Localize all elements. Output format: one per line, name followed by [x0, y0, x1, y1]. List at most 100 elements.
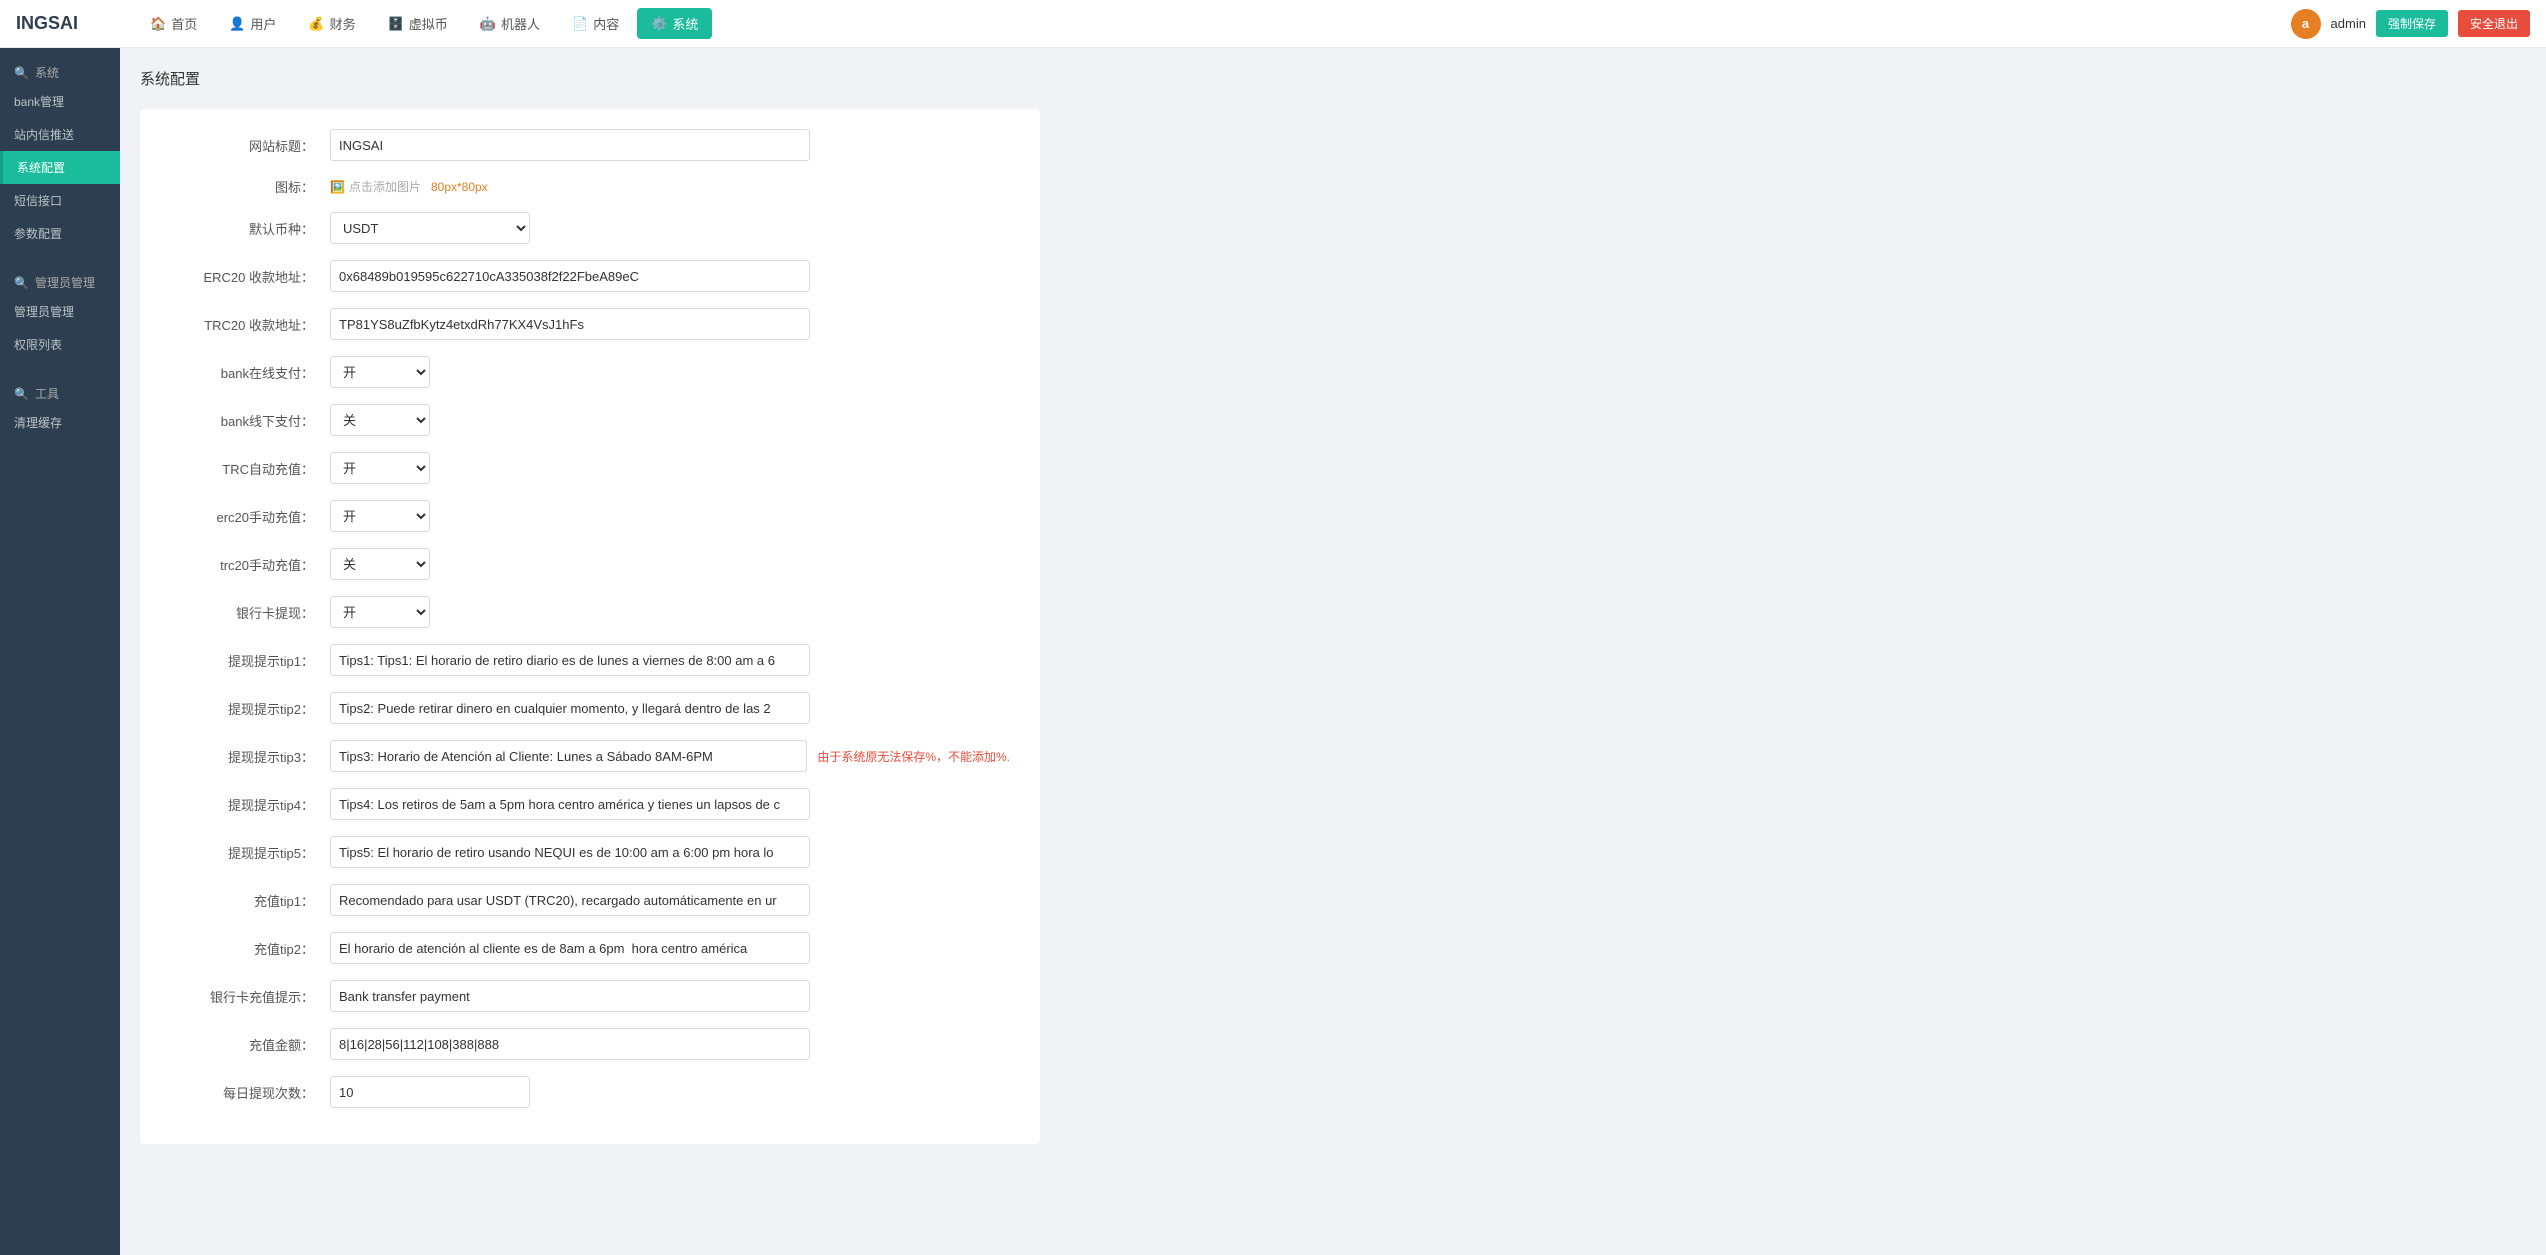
- force-save-button[interactable]: 强制保存: [2376, 10, 2448, 37]
- form-row-recharge-amount: 充值金额：: [170, 1028, 1010, 1060]
- erc20-manual-select[interactable]: 开 关: [330, 500, 430, 532]
- sidebar-item-sys-config[interactable]: 系统配置: [0, 151, 120, 184]
- bank-offline-label: bank线下支付：: [170, 411, 330, 430]
- form-row-icon: 图标： 🖼️ 点击添加图片 80px*80px: [170, 177, 1010, 196]
- sidebar-section-title-admin: 🔍 管理员管理: [0, 266, 120, 295]
- form-row-bank-withdraw: 银行卡提现： 开 关: [170, 596, 1010, 628]
- nav-crypto[interactable]: 🗄️ 虚拟币: [374, 8, 462, 39]
- bank-recharge-tip-label: 银行卡充值提示：: [170, 987, 330, 1006]
- withdraw-tip2-input[interactable]: [330, 692, 810, 724]
- user-name: admin: [2331, 16, 2366, 31]
- avatar: a: [2291, 9, 2321, 39]
- withdraw-tip2-label: 提现提示tip2：: [170, 699, 330, 718]
- bank-withdraw-select[interactable]: 开 关: [330, 596, 430, 628]
- withdraw-tip1-input[interactable]: [330, 644, 810, 676]
- admin-icon: 🔍: [14, 276, 29, 290]
- form-row-currency: 默认币种： USDT BTC ETH: [170, 212, 1010, 244]
- form-row-withdraw-tip3: 提现提示tip3： 由于系统原无法保存%，不能添加%.: [170, 740, 1010, 772]
- trc20-manual-select[interactable]: 关 开: [330, 548, 430, 580]
- form-container: 网站标题： 图标： 🖼️ 点击添加图片 80px*80px 默认币种： USDT…: [140, 109, 1040, 1144]
- recharge-tip1-label: 充值tip1：: [170, 891, 330, 910]
- form-row-trc-auto: TRC自动充值： 开 关: [170, 452, 1010, 484]
- main-content: 系统配置 网站标题： 图标： 🖼️ 点击添加图片 80px*80px 默认币种：…: [120, 48, 2546, 1255]
- nav-user[interactable]: 👤 用户: [215, 8, 290, 39]
- withdraw-tip3-label: 提现提示tip3：: [170, 747, 330, 766]
- icon-upload[interactable]: 🖼️ 点击添加图片: [330, 178, 421, 195]
- form-row-recharge-tip2: 充值tip2：: [170, 932, 1010, 964]
- site-name-label: 网站标题：: [170, 136, 330, 155]
- icon-label: 图标：: [170, 177, 330, 196]
- search-icon: 🔍: [14, 66, 29, 80]
- logout-button[interactable]: 安全退出: [2458, 10, 2530, 37]
- recharge-amount-label: 充值金额：: [170, 1035, 330, 1054]
- robot-icon: 🤖: [480, 16, 496, 32]
- crypto-icon: 🗄️: [388, 16, 404, 32]
- recharge-tip2-input[interactable]: [330, 932, 810, 964]
- form-row-erc20: ERC20 收款地址：: [170, 260, 1010, 292]
- sidebar-item-site-push[interactable]: 站内信推送: [0, 118, 120, 151]
- bank-online-label: bank在线支付：: [170, 363, 330, 382]
- recharge-tip2-label: 充值tip2：: [170, 939, 330, 958]
- sidebar-section-tools: 🔍 工具 清理缓存: [0, 369, 120, 447]
- recharge-tip1-input[interactable]: [330, 884, 810, 916]
- withdraw-tip1-label: 提现提示tip1：: [170, 651, 330, 670]
- form-row-bank-online: bank在线支付： 开 关: [170, 356, 1010, 388]
- sidebar-item-admin-mgmt[interactable]: 管理员管理: [0, 295, 120, 328]
- site-name-input[interactable]: [330, 129, 810, 161]
- recharge-amount-input[interactable]: [330, 1028, 810, 1060]
- nav-system[interactable]: ⚙️ 系统: [637, 8, 712, 39]
- erc20-label: ERC20 收款地址：: [170, 267, 330, 286]
- withdraw-tip5-input[interactable]: [330, 836, 810, 868]
- currency-label: 默认币种：: [170, 219, 330, 238]
- withdraw-tip3-hint: 由于系统原无法保存%，不能添加%.: [817, 748, 1010, 765]
- nav-finance[interactable]: 💰 财务: [294, 8, 369, 39]
- form-row-withdraw-tip4: 提现提示tip4：: [170, 788, 1010, 820]
- page-title: 系统配置: [140, 68, 2526, 89]
- withdraw-tip5-label: 提现提示tip5：: [170, 843, 330, 862]
- form-row-recharge-tip1: 充值tip1：: [170, 884, 1010, 916]
- daily-withdraw-input[interactable]: [330, 1076, 530, 1108]
- erc20-manual-label: erc20手动充值：: [170, 507, 330, 526]
- currency-select[interactable]: USDT BTC ETH: [330, 212, 530, 244]
- top-nav: INGSAI 🏠 首页 👤 用户 💰 财务 🗄️ 虚拟币 🤖 机器人 📄 内容 …: [0, 0, 2546, 48]
- nav-home[interactable]: 🏠 首页: [136, 8, 211, 39]
- sidebar-item-sms-iface[interactable]: 短信接口: [0, 184, 120, 217]
- trc20-input[interactable]: [330, 308, 810, 340]
- tools-icon: 🔍: [14, 387, 29, 401]
- trc-auto-select[interactable]: 开 关: [330, 452, 430, 484]
- bank-recharge-tip-input[interactable]: [330, 980, 810, 1012]
- withdraw-tip4-label: 提现提示tip4：: [170, 795, 330, 814]
- withdraw-tip4-input[interactable]: [330, 788, 810, 820]
- bank-online-select[interactable]: 开 关: [330, 356, 430, 388]
- form-row-bank-recharge-tip: 银行卡充值提示：: [170, 980, 1010, 1012]
- trc-auto-label: TRC自动充值：: [170, 459, 330, 478]
- user-icon: 👤: [229, 16, 245, 32]
- sidebar-item-bank-mgmt[interactable]: bank管理: [0, 85, 120, 118]
- right-section: a admin 强制保存 安全退出: [2291, 9, 2530, 39]
- nav-content[interactable]: 📄 内容: [558, 8, 633, 39]
- finance-icon: 💰: [308, 16, 324, 32]
- erc20-input[interactable]: [330, 260, 810, 292]
- sidebar-section-admin-mgmt: 🔍 管理员管理 管理员管理 权限列表: [0, 258, 120, 369]
- form-row-bank-offline: bank线下支付： 关 开: [170, 404, 1010, 436]
- system-icon: ⚙️: [651, 16, 667, 32]
- trc20-label: TRC20 收款地址：: [170, 315, 330, 334]
- home-icon: 🏠: [150, 16, 166, 32]
- sidebar-item-perm-list[interactable]: 权限列表: [0, 328, 120, 361]
- app-logo: INGSAI: [16, 13, 136, 34]
- daily-withdraw-label: 每日提现次数：: [170, 1083, 330, 1102]
- bank-offline-select[interactable]: 关 开: [330, 404, 430, 436]
- bank-withdraw-label: 银行卡提现：: [170, 603, 330, 622]
- form-row-trc20-manual: trc20手动充值： 关 开: [170, 548, 1010, 580]
- form-row-erc20-manual: erc20手动充值： 开 关: [170, 500, 1010, 532]
- sidebar-item-manage-cache[interactable]: 清理缓存: [0, 406, 120, 439]
- nav-robot[interactable]: 🤖 机器人: [466, 8, 554, 39]
- form-row-site-name: 网站标题：: [170, 129, 1010, 161]
- form-row-daily-withdraw: 每日提现次数：: [170, 1076, 1010, 1108]
- sidebar-item-param-config[interactable]: 参数配置: [0, 217, 120, 250]
- sidebar-section-system: 🔍 系统 bank管理 站内信推送 系统配置 短信接口 参数配置: [0, 48, 120, 258]
- icon-hint: 80px*80px: [431, 180, 488, 194]
- withdraw-tip3-input[interactable]: [330, 740, 807, 772]
- nav-items: 🏠 首页 👤 用户 💰 财务 🗄️ 虚拟币 🤖 机器人 📄 内容 ⚙️ 系统: [136, 8, 2291, 39]
- form-row-withdraw-tip1: 提现提示tip1：: [170, 644, 1010, 676]
